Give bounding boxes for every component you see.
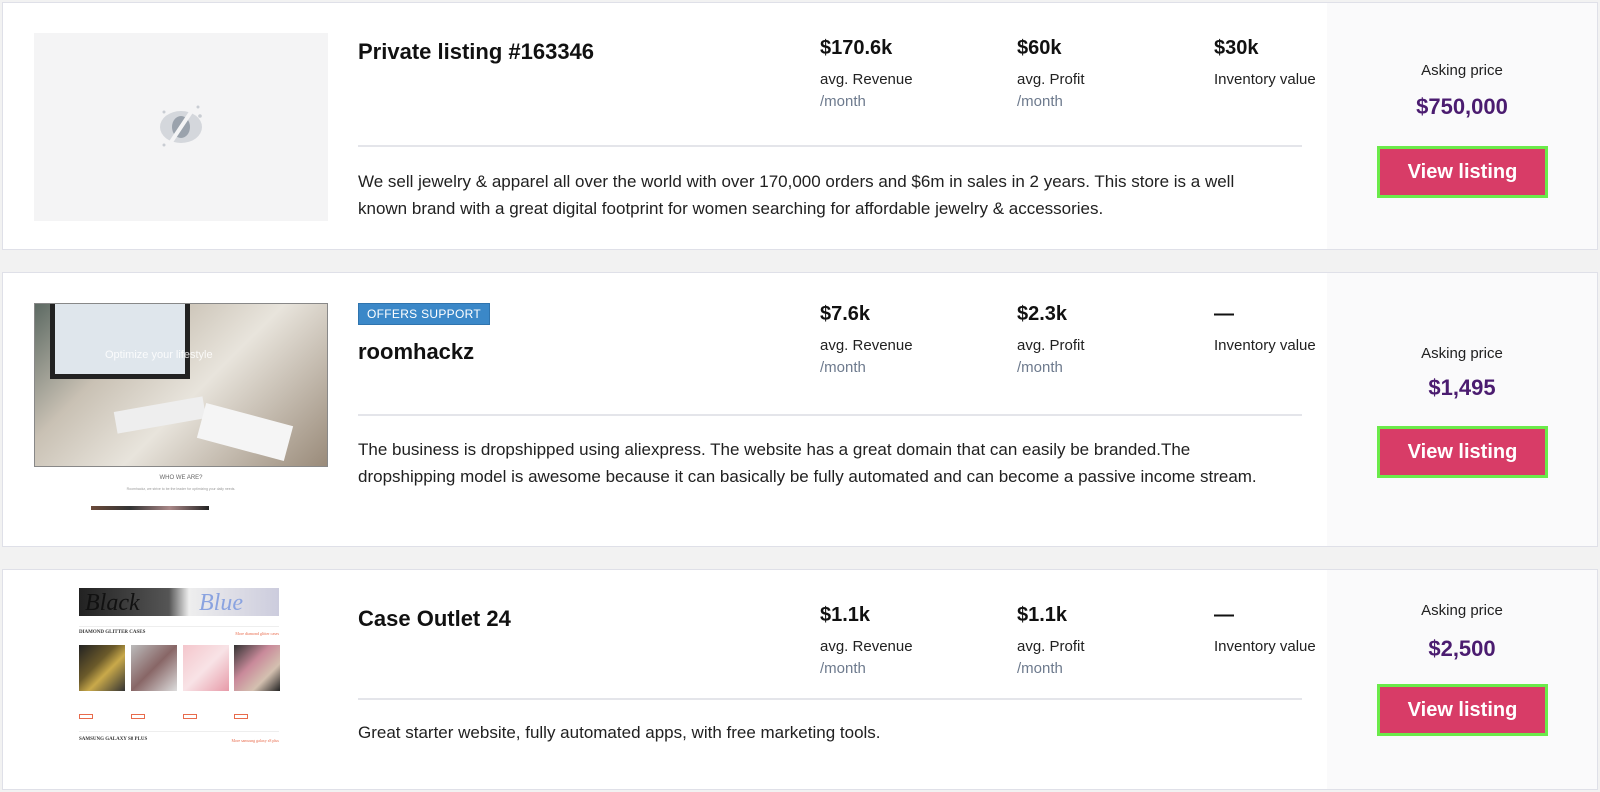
stat-profit: $1.1k avg. Profit /month — [1017, 604, 1214, 677]
divider — [358, 414, 1302, 416]
store-screenshot-image: Black Blue DIAMOND GLITTER CASES More di… — [79, 588, 280, 758]
asking-price-panel: Asking price $750,000 View listing — [1327, 3, 1597, 249]
product-image — [234, 645, 280, 691]
stat-label: avg. Revenue — [820, 71, 913, 88]
listing-title[interactable]: Private listing #163346 — [358, 39, 594, 65]
divider — [79, 731, 279, 732]
listing-main: Private listing #163346 $170.6k avg. Rev… — [358, 3, 1316, 249]
asking-price-label: Asking price — [1421, 62, 1503, 79]
stat-profit: $2.3k avg. Profit /month — [1017, 303, 1214, 376]
stat-sub: /month — [820, 93, 866, 110]
stat-label: Inventory value — [1214, 337, 1316, 354]
asking-price-value: $750,000 — [1416, 94, 1508, 119]
view-listing-button[interactable]: View listing — [1377, 684, 1548, 736]
listing-title[interactable]: roomhackz — [358, 339, 474, 365]
offers-support-badge: OFFERS SUPPORT — [358, 303, 490, 325]
asking-price-value: $2,500 — [1428, 636, 1496, 661]
asking-price-panel: Asking price $2,500 View listing — [1327, 570, 1597, 789]
stat-value: $2.3k — [1017, 303, 1068, 325]
screenshot-hero-banner: Black Blue — [79, 588, 279, 616]
hidden-eye-icon — [160, 105, 202, 147]
stat-label: avg. Profit — [1017, 638, 1085, 655]
divider — [358, 698, 1302, 700]
stat-sub: /month — [820, 359, 866, 376]
asking-price-label: Asking price — [1421, 602, 1503, 619]
screenshot-section-title: DIAMOND GLITTER CASES — [79, 630, 146, 635]
stat-value: $60k — [1017, 37, 1062, 59]
hero-text-right: Blue — [199, 590, 243, 616]
stat-inventory: — Inventory value — [1214, 604, 1334, 677]
monitor-graphic — [50, 304, 190, 379]
listing-stats: $7.6k avg. Revenue /month $2.3k avg. Pro… — [820, 303, 1334, 376]
notebook-graphic — [196, 402, 294, 462]
listing-description: The business is dropshipped using aliexp… — [358, 440, 1257, 486]
listing-stats: $170.6k avg. Revenue /month $60k avg. Pr… — [820, 37, 1334, 110]
listing-description: Great starter website, fully automated a… — [358, 723, 881, 742]
screenshot-section-title: SAMSUNG GALAXY S8 PLUS — [79, 737, 148, 742]
stat-sub: /month — [1017, 359, 1063, 376]
stat-label: avg. Revenue — [820, 638, 913, 655]
listing-description: We sell jewelry & apparel all over the w… — [358, 172, 1235, 218]
stat-value: $30k — [1214, 37, 1259, 59]
stat-profit: $60k avg. Profit /month — [1017, 37, 1214, 110]
asking-price-label: Asking price — [1421, 345, 1503, 362]
listing-title[interactable]: Case Outlet 24 — [358, 606, 511, 632]
listing-stats: $1.1k avg. Revenue /month $1.1k avg. Pro… — [820, 604, 1334, 677]
product-tag — [183, 714, 197, 719]
stat-revenue: $7.6k avg. Revenue /month — [820, 303, 1017, 376]
stat-revenue: $1.1k avg. Revenue /month — [820, 604, 1017, 677]
listing-main: OFFERS SUPPORT roomhackz $7.6k avg. Reve… — [358, 273, 1316, 546]
stat-inventory: $30k Inventory value — [1214, 37, 1334, 110]
stat-label: avg. Revenue — [820, 337, 913, 354]
view-listing-button[interactable]: View listing — [1377, 146, 1548, 198]
listing-thumbnail-private[interactable] — [34, 33, 328, 221]
screenshot-section-text: Roomhackz, we strive to be the leader fo… — [126, 487, 236, 491]
screenshot-section-link: More diamond glitter cases — [235, 631, 279, 636]
product-tag — [131, 714, 145, 719]
listing-card: Black Blue DIAMOND GLITTER CASES More di… — [2, 569, 1598, 790]
stat-revenue: $170.6k avg. Revenue /month — [820, 37, 1017, 110]
stat-label: Inventory value — [1214, 71, 1316, 88]
screenshot-section-heading: WHO WE ARE? — [159, 475, 203, 481]
stat-value: — — [1214, 604, 1234, 626]
view-listing-button[interactable]: View listing — [1377, 426, 1548, 478]
stat-sub: /month — [1017, 93, 1063, 110]
listing-card: Private listing #163346 $170.6k avg. Rev… — [2, 2, 1598, 250]
stat-label: avg. Profit — [1017, 337, 1085, 354]
asking-price-panel: Asking price $1,495 View listing — [1327, 273, 1597, 546]
stat-sub: /month — [820, 660, 866, 677]
stat-value: — — [1214, 303, 1234, 325]
listing-thumbnail[interactable]: Black Blue DIAMOND GLITTER CASES More di… — [34, 588, 328, 758]
listing-main: Case Outlet 24 $1.1k avg. Revenue /month… — [358, 570, 1316, 789]
keyboard-graphic — [113, 396, 207, 434]
divider — [79, 626, 279, 627]
stat-label: avg. Profit — [1017, 71, 1085, 88]
store-screenshot-image: Optimize your lifestyle — [34, 303, 328, 467]
product-image — [79, 645, 125, 691]
stat-inventory: — Inventory value — [1214, 303, 1334, 376]
stat-sub: /month — [1017, 660, 1063, 677]
screenshot-section-link: More samsung galaxy s8 plus — [231, 738, 279, 743]
stat-value: $1.1k — [1017, 604, 1068, 626]
product-image — [131, 645, 177, 691]
hero-text-left: Black — [85, 590, 140, 616]
screenshot-overlay-text: Optimize your lifestyle — [105, 349, 213, 361]
listing-card: Optimize your lifestyle WHO WE ARE? Room… — [2, 272, 1598, 547]
stat-value: $1.1k — [820, 604, 871, 626]
divider — [358, 145, 1302, 147]
stat-label: Inventory value — [1214, 638, 1316, 655]
product-image — [183, 645, 229, 691]
screenshot-strip — [91, 506, 209, 510]
product-tag — [79, 714, 93, 719]
stat-value: $170.6k — [820, 37, 893, 59]
stat-value: $7.6k — [820, 303, 871, 325]
asking-price-value: $1,495 — [1428, 375, 1496, 400]
product-tag — [234, 714, 248, 719]
listing-thumbnail[interactable]: Optimize your lifestyle WHO WE ARE? Room… — [34, 303, 328, 517]
